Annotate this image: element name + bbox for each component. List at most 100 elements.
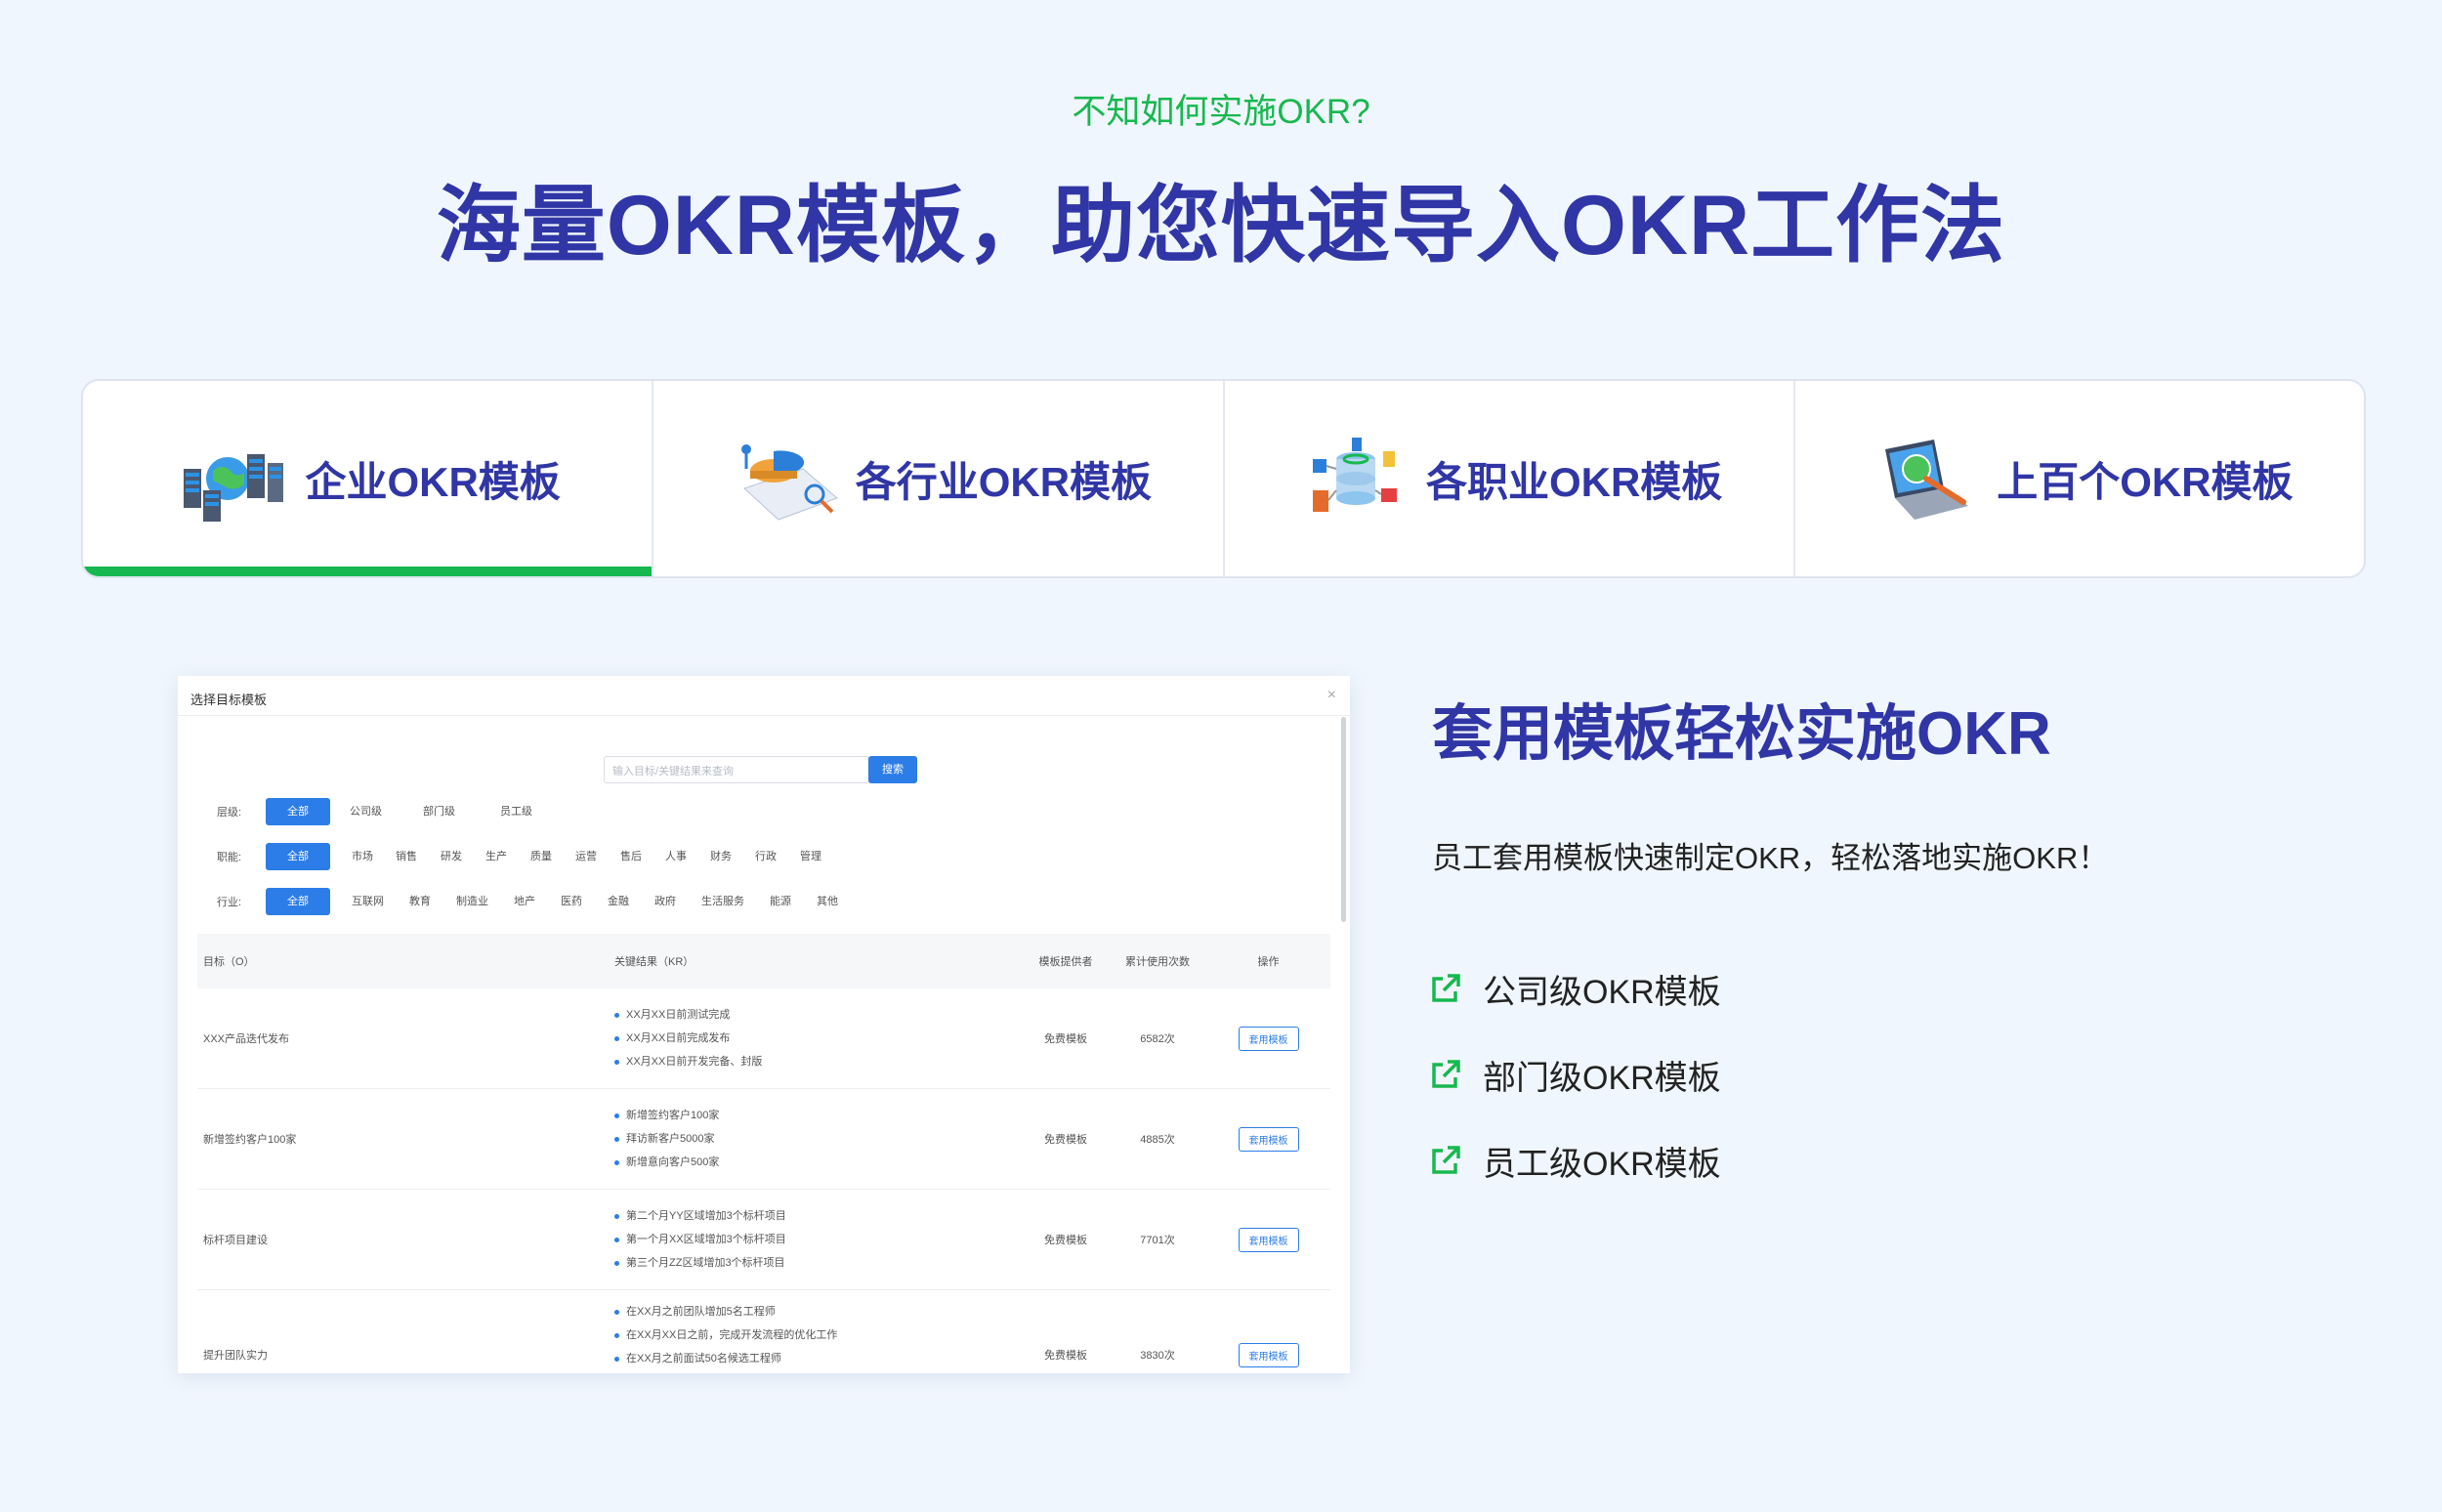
filter-chip[interactable]: 其他 [805, 888, 850, 915]
table-row: 标杆项目建设 第二个月YY区域增加3个标杆项目 第一个月XX区域增加3个标杆项目… [197, 1190, 1330, 1290]
filter-chip[interactable]: 生产 [475, 843, 518, 870]
row-provider: 免费模板 [1044, 1235, 1087, 1246]
row-objective: 提升团队实力 [203, 1350, 268, 1362]
filter-chip[interactable]: 研发 [430, 843, 473, 870]
close-icon[interactable]: × [1327, 687, 1336, 704]
tab-label: 各职业OKR模板 [1425, 458, 1723, 505]
tab-hundreds[interactable]: 上百个OKR模板 [1795, 381, 2364, 576]
row-count: 6582次 [1140, 1033, 1175, 1045]
template-level-links: 公司级OKR模板 部门级OKR模板 员工级OKR模板 [1428, 945, 1721, 1203]
use-template-button[interactable]: 套用模板 [1238, 1126, 1299, 1152]
modal-title: 选择目标模板 [190, 693, 268, 707]
link-label: 公司级OKR模板 [1483, 973, 1721, 1011]
row-provider: 免费模板 [1044, 1134, 1087, 1146]
filter-chip[interactable]: 质量 [520, 843, 563, 870]
template-table: 目标（O） 关键结果（KR） 模板提供者 累计使用次数 操作 XXX产品迭代发布… [197, 934, 1330, 1373]
filter-role: 职能: 全部 市场 销售 研发 生产 质量 运营 售后 人事 财务 行政 管理 [217, 842, 834, 871]
filter-chip[interactable]: 人事 [654, 843, 697, 870]
filter-chip[interactable]: 运营 [565, 843, 608, 870]
kr-item: XX月XX日前测试完成 [614, 1003, 1023, 1027]
kr-item: 新增意向客户500家 [614, 1151, 1023, 1174]
kr-item: XX月XX日前开发完备、封版 [614, 1050, 1023, 1073]
section-eyebrow: 不知如何实施OKR? [1072, 93, 1370, 131]
row-objective: XXX产品迭代发布 [203, 1033, 290, 1045]
filter-chip[interactable]: 生活服务 [690, 888, 756, 915]
header-count: 累计使用次数 [1125, 956, 1190, 968]
kr-item: 新增签约客户100家 [614, 1104, 1023, 1127]
filter-chip[interactable]: 管理 [789, 843, 832, 870]
kr-item: 在XX月之前面试50名候选工程师 [614, 1347, 1023, 1370]
header-action: 操作 [1257, 956, 1280, 968]
filter-chip[interactable]: 地产 [502, 888, 547, 915]
external-link-icon [1432, 1060, 1460, 1088]
use-template-button[interactable]: 套用模板 [1238, 1026, 1299, 1051]
filter-chip[interactable]: 公司级 [332, 798, 400, 825]
filter-chip[interactable]: 互联网 [332, 888, 396, 915]
filter-chip[interactable]: 制造业 [444, 888, 500, 915]
header-kr: 关键结果（KR） [614, 956, 695, 968]
link-employee-template[interactable]: 员工级OKR模板 [1428, 1117, 1721, 1203]
template-picker-screenshot: 选择目标模板 × 输入目标/关键结果来查询 搜索 层级: 全部 公司级 部门级 … [178, 676, 1350, 1373]
row-count: 7701次 [1140, 1235, 1175, 1246]
filter-level: 层级: 全部 公司级 部门级 员工级 [217, 797, 556, 826]
filter-chip[interactable]: 全部 [266, 798, 330, 825]
filter-chip[interactable]: 全部 [266, 843, 330, 870]
external-link-icon [1432, 1146, 1460, 1174]
filter-chip[interactable]: 医药 [549, 888, 594, 915]
tab-label: 上百个OKR模板 [1997, 458, 2294, 505]
filter-chip[interactable]: 销售 [385, 843, 428, 870]
filter-chip[interactable]: 行政 [744, 843, 787, 870]
filter-chip[interactable]: 售后 [610, 843, 653, 870]
filter-label: 行业: [217, 897, 242, 908]
row-action: 套用模板 [1206, 1300, 1330, 1367]
kr-item: 拜访新客户5000家 [614, 1127, 1023, 1151]
feature-description: 员工套用模板快速制定OKR，轻松落地实施OKR！ [1432, 841, 2109, 875]
table-row: 提升团队实力 在XX月之前团队增加5名工程师 在XX月XX日之前，完成开发流程的… [197, 1290, 1330, 1373]
link-label: 部门级OKR模板 [1483, 1059, 1721, 1097]
link-department-template[interactable]: 部门级OKR模板 [1428, 1031, 1721, 1117]
server-globe-icon [184, 454, 284, 522]
tab-industry[interactable]: 各行业OKR模板 [653, 381, 1225, 576]
search-button[interactable]: 搜索 [868, 756, 917, 783]
kr-item: 第二个月YY区域增加3个标杆项目 [614, 1204, 1023, 1228]
template-tabs: 企业OKR模板 各行业OKR模板 各职业OKR模板 上百个OKR模板 [81, 379, 2366, 578]
filter-chip[interactable]: 员工级 [479, 798, 554, 825]
filter-chip[interactable]: 能源 [758, 888, 803, 915]
row-objective: 标杆项目建设 [203, 1235, 268, 1246]
filter-label: 职能: [217, 852, 242, 863]
table-header: 目标（O） 关键结果（KR） 模板提供者 累计使用次数 操作 [197, 934, 1330, 988]
row-provider: 免费模板 [1044, 1350, 1087, 1362]
filter-chip[interactable]: 金融 [596, 888, 641, 915]
filter-chip[interactable]: 财务 [699, 843, 742, 870]
row-kr: XX月XX日前测试完成 XX月XX日前完成发布 XX月XX日前开发完备、封版 [614, 1003, 1023, 1073]
link-company-template[interactable]: 公司级OKR模板 [1428, 945, 1721, 1031]
external-link-icon [1432, 974, 1460, 1002]
section-headline: 海量OKR模板，助您快速导入OKR工作法 [436, 179, 2006, 273]
kr-item: 在XX月XX日之前，完成开发流程的优化工作 [614, 1323, 1023, 1347]
header-provider: 模板提供者 [1038, 956, 1093, 968]
tab-enterprise[interactable]: 企业OKR模板 [83, 381, 654, 576]
header-objective: 目标（O） [203, 956, 255, 968]
filter-chip[interactable]: 政府 [643, 888, 688, 915]
row-action: 套用模板 [1206, 1026, 1330, 1051]
filter-chip[interactable]: 全部 [266, 888, 330, 915]
filter-chip[interactable]: 部门级 [401, 798, 477, 825]
use-template-button[interactable]: 套用模板 [1238, 1227, 1299, 1252]
filter-industry: 行业: 全部 互联网 教育 制造业 地产 医药 金融 政府 生活服务 能源 其他 [217, 887, 852, 916]
feature-title: 套用模板轻松实施OKR [1432, 700, 2051, 768]
use-template-button[interactable]: 套用模板 [1238, 1343, 1299, 1367]
row-action: 套用模板 [1206, 1227, 1330, 1252]
tab-label: 企业OKR模板 [305, 458, 561, 505]
modal-divider [178, 715, 1350, 716]
table-row: 新增签约客户100家 新增签约客户100家 拜访新客户5000家 新增意向客户5… [197, 1089, 1330, 1190]
row-count: 3830次 [1140, 1350, 1175, 1362]
kr-item: 在XX月之前团队增加5名工程师 [614, 1300, 1023, 1323]
tab-profession[interactable]: 各职业OKR模板 [1225, 381, 1795, 576]
row-provider: 免费模板 [1044, 1033, 1087, 1045]
search-input[interactable]: 输入目标/关键结果来查询 [604, 756, 869, 783]
filter-chip[interactable]: 市场 [332, 843, 383, 870]
scrollbar[interactable] [1341, 717, 1346, 922]
table-row: XXX产品迭代发布 XX月XX日前测试完成 XX月XX日前完成发布 XX月XX日… [197, 988, 1330, 1089]
database-network-icon [1312, 438, 1397, 512]
filter-chip[interactable]: 教育 [398, 888, 442, 915]
